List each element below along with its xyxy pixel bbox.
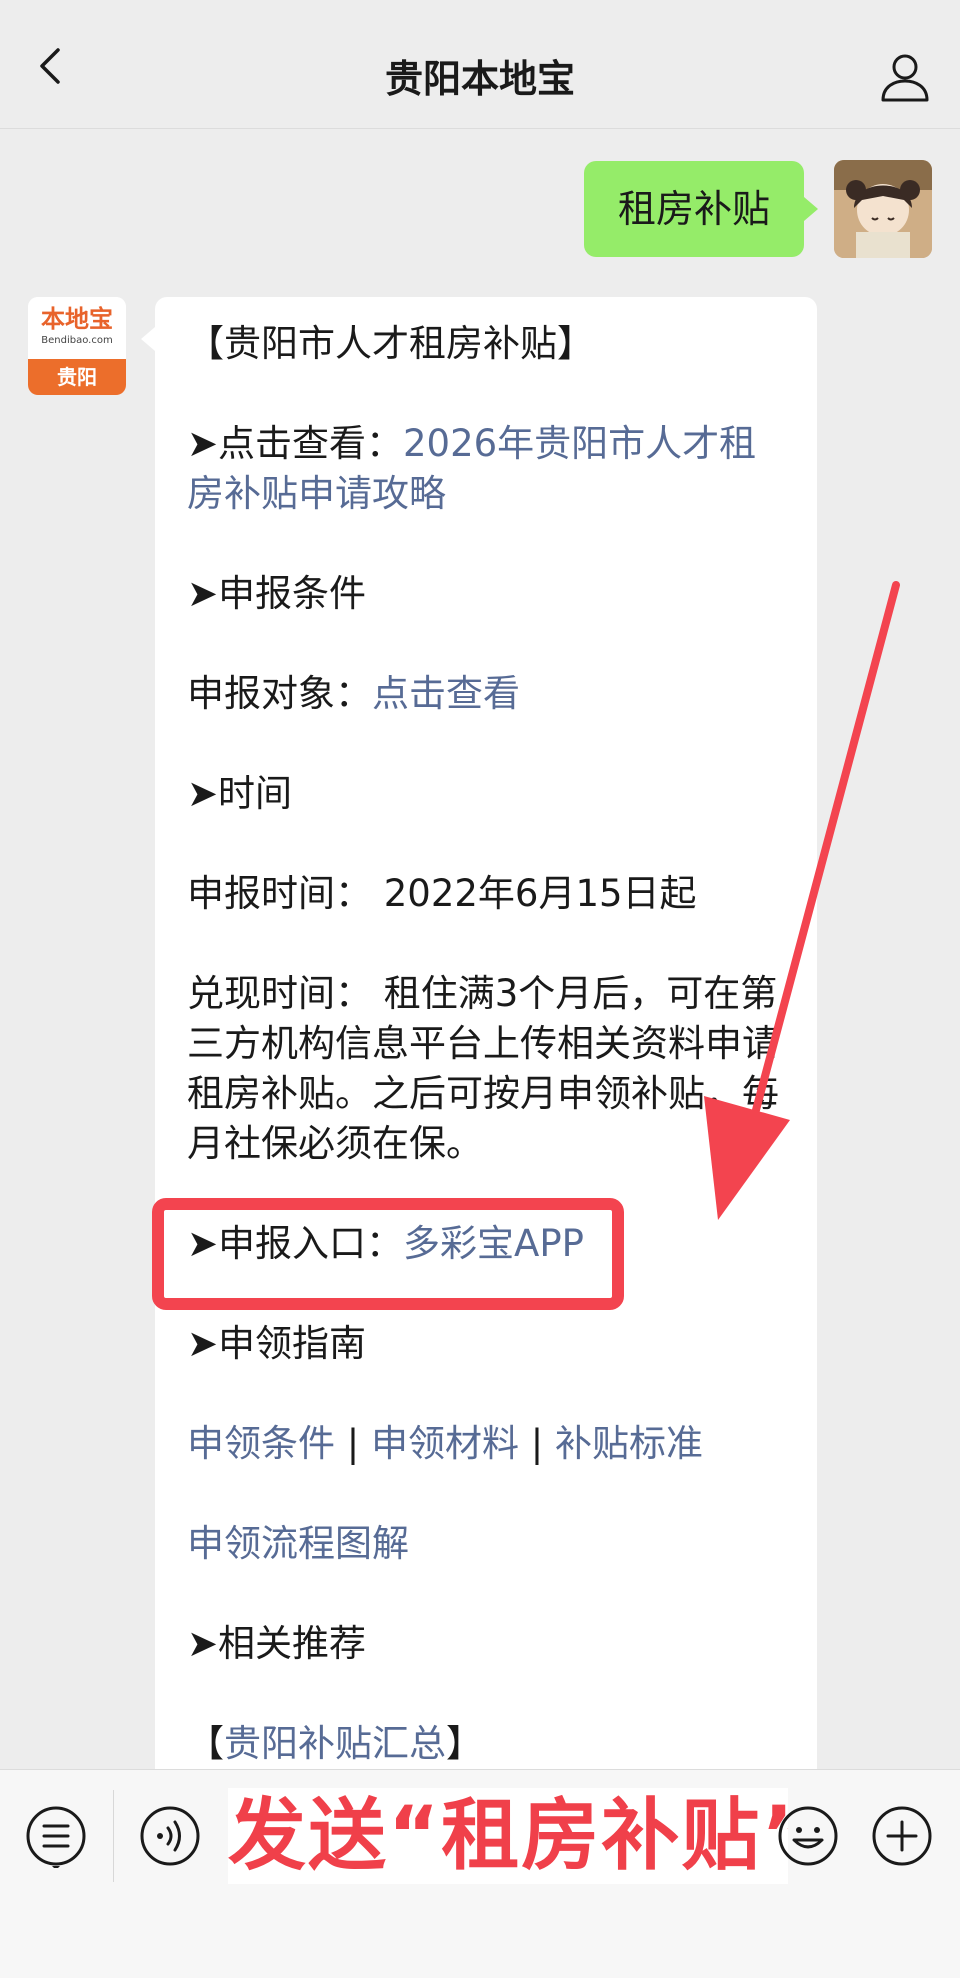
received-message-bubble: 【贵阳市人才租房补贴】 ➤点击查看：2026年贵阳市人才租房补贴申请攻略 ➤申报… (141, 297, 817, 1769)
message-content: 【贵阳市人才租房补贴】 ➤点击查看：2026年贵阳市人才租房补贴申请攻略 ➤申报… (187, 319, 787, 1769)
user-avatar[interactable] (834, 160, 932, 258)
logo-city: 贵阳 (28, 359, 126, 395)
emoji-icon[interactable] (776, 1804, 840, 1868)
materials-link[interactable]: 申领材料 (371, 1422, 519, 1465)
target-prefix: 申报对象： (187, 672, 372, 715)
page-title: 贵阳本地宝 (384, 57, 575, 101)
sent-message-bubble[interactable]: 租房补贴 (584, 161, 818, 257)
separator: | (335, 1422, 371, 1465)
apply-time: 申报时间： 2022年6月15日起 (187, 872, 697, 915)
account-avatar[interactable]: 本地宝 Bendibao.com 贵阳 (28, 297, 126, 395)
summary-line: 【贵阳补贴汇总】 (187, 1719, 787, 1769)
send-keyword-banner: 发送“租房补贴” (228, 1788, 788, 1884)
profile-icon[interactable] (878, 50, 932, 104)
sent-message-text: 租房补贴 (617, 187, 770, 231)
entry-highlight-box (152, 1198, 624, 1310)
logo-top: 本地宝 Bendibao.com (28, 297, 126, 359)
flow-chart-link[interactable]: 申领流程图解 (187, 1522, 409, 1565)
chat-area[interactable]: 租房补贴 本地宝 Bendibao.com 贵阳 【贵阳市人才租房补贴】 ➤点击… (0, 129, 960, 1769)
summary-link[interactable]: 贵阳补贴汇总 (224, 1722, 446, 1765)
related-heading: ➤相关推荐 (187, 1622, 367, 1665)
conditions-link[interactable]: 申领条件 (187, 1422, 335, 1465)
view-line: ➤点击查看：2026年贵阳市人才租房补贴申请攻略 (187, 419, 787, 519)
logo-mark: 本地宝 (41, 305, 113, 333)
time-heading: ➤时间 (187, 772, 293, 815)
view-prefix: ➤点击查看： (187, 422, 404, 465)
summary-open: 【 (187, 1722, 224, 1765)
guide-links: 申领条件 | 申领材料 | 补贴标准 (187, 1419, 787, 1469)
logo-url: Bendibao.com (41, 335, 113, 346)
guide-heading: ➤申领指南 (187, 1322, 367, 1365)
nav-bar: 贵阳本地宝 (0, 0, 960, 129)
summary-close: 】 (446, 1722, 483, 1765)
user-avatar-illustration (834, 160, 932, 258)
target-line: 申报对象：点击查看 (187, 669, 787, 719)
conditions-heading: ➤申报条件 (187, 572, 367, 615)
message-title: 【贵阳市人才租房补贴】 (187, 322, 594, 365)
separator: | (519, 1422, 555, 1465)
plus-icon[interactable] (870, 1804, 934, 1868)
input-bar: 发送“租房补贴” (0, 1769, 960, 1978)
target-link[interactable]: 点击查看 (372, 672, 520, 715)
voice-icon[interactable] (138, 1804, 202, 1868)
standard-link[interactable]: 补贴标准 (555, 1422, 703, 1465)
menu-icon[interactable] (24, 1804, 88, 1868)
cash-time: 兑现时间： 租住满3个月后，可在第三方机构信息平台上传相关资料申请租房补贴。之后… (187, 972, 779, 1165)
flow-line: 申领流程图解 (187, 1519, 787, 1569)
input-divider (113, 1790, 114, 1882)
